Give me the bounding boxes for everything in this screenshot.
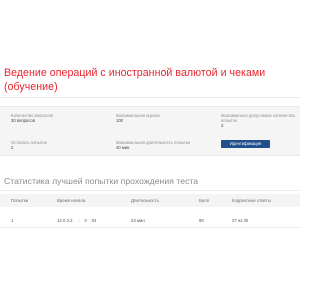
- column-header-duration: Длительность: [131, 198, 159, 203]
- column-header-attempts: Попытки: [11, 198, 29, 203]
- questions-count-value: 30 вопросов: [11, 118, 35, 123]
- table-row: 1 12.0 3.2 . : 0 :34 23 мин 90 27 из 30: [0, 214, 300, 228]
- max-attempts-value: 3: [221, 123, 224, 128]
- remaining-attempts: Осталось попыток 2: [11, 140, 47, 150]
- max-duration: Максимальная длительность попытки 40 мин…: [116, 140, 190, 150]
- cell-score: 90: [199, 218, 204, 223]
- cell-duration: 23 мин: [131, 218, 145, 223]
- course-header: Ведение операций с иностранной валютой и…: [0, 64, 300, 98]
- column-header-correct: Корректные ответы: [232, 198, 271, 203]
- remaining-attempts-label: Осталось попыток: [11, 140, 47, 145]
- stats-title: Статистика лучшей попытки прохождения те…: [4, 176, 199, 186]
- page-title: Ведение операций с иностранной валютой и…: [4, 67, 266, 93]
- column-header-start-time: Время начала: [57, 198, 86, 203]
- stats-divider: [0, 190, 300, 191]
- max-attempts-label: Максимально допустимое количество попыто…: [221, 113, 295, 123]
- identification-button[interactable]: Идентификация: [221, 140, 270, 148]
- cell-correct: 27 из 30: [232, 218, 249, 223]
- max-attempts: Максимально допустимое количество попыто…: [221, 113, 297, 128]
- max-score-value: 100: [116, 118, 123, 123]
- max-score: Максимальная оценка 100: [116, 113, 160, 123]
- cell-start-time: 12.0 3.2 . : 0 :34: [57, 218, 97, 223]
- remaining-attempts-value: 2: [11, 145, 14, 150]
- questions-count: Количество вопросов 30 вопросов: [11, 113, 53, 123]
- cell-attempt: 1: [11, 218, 14, 223]
- max-duration-value: 40 мин.: [116, 145, 131, 150]
- stats-table-header: Попытки Время начала Длительность Балл К…: [0, 194, 300, 207]
- column-header-score: Балл: [199, 198, 210, 203]
